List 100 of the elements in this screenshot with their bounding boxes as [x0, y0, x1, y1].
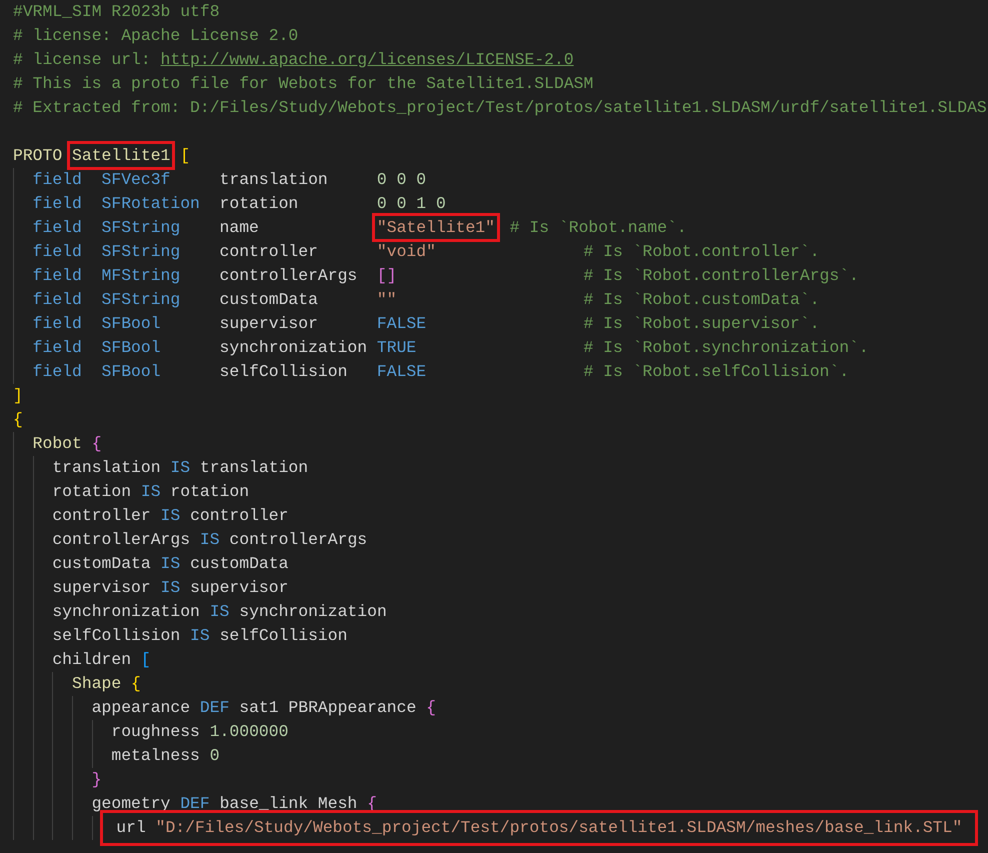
code-comment: # This is a proto file for Webots for the Satellite1.SLDASM	[13, 74, 594, 93]
code-token: IS	[170, 458, 190, 477]
code-token: field	[32, 194, 82, 213]
code-token: appearance	[92, 698, 190, 717]
code-token: {	[92, 434, 102, 453]
code-token: field	[32, 362, 82, 381]
code-token: }	[92, 770, 102, 789]
code-token: SFVec3f	[102, 170, 170, 189]
code-token: PROTO	[13, 146, 62, 165]
code-token: [	[140, 650, 151, 669]
code-token: metalness	[111, 746, 200, 765]
code-token: supervisor	[190, 578, 288, 597]
code-token: sat1	[239, 698, 279, 717]
code-token: base_link	[220, 794, 308, 813]
code-token: translation	[52, 458, 161, 477]
code-comment: # license url:	[13, 50, 151, 69]
code-token: rotation	[52, 482, 132, 501]
code-comment: # Is `Robot.customData`.	[583, 289, 820, 311]
code-token: TRUE	[376, 338, 416, 357]
code-link[interactable]: http://www.apache.org/licenses/LICENSE-2.0	[160, 50, 574, 69]
code-token: field	[32, 242, 82, 261]
code-token: selfCollision	[220, 626, 348, 645]
code-token: SFString	[102, 290, 180, 309]
code-token: field	[32, 338, 82, 357]
code-token: {	[426, 698, 436, 717]
code-token: IS	[210, 602, 230, 621]
code-token: IS	[160, 506, 180, 525]
code-token: MFString	[102, 266, 180, 285]
code-token: url	[116, 818, 146, 837]
code-token: controllerArgs	[220, 266, 358, 285]
code-token: name	[220, 218, 259, 237]
code-token: supervisor	[220, 314, 318, 333]
code-token: controller	[52, 506, 151, 525]
code-token: SFRotation	[102, 194, 200, 213]
code-token: controller	[220, 242, 318, 261]
code-comment: # Is `Robot.selfCollision`.	[583, 361, 850, 383]
code-token: translation	[220, 170, 328, 189]
code-token: geometry	[92, 794, 170, 813]
code-token: field	[32, 170, 82, 189]
code-comment: #VRML_SIM R2023b utf8	[13, 2, 220, 21]
code-token: "void"	[376, 242, 436, 261]
code-token: ]	[13, 386, 23, 405]
code-token: field	[32, 266, 82, 285]
code-token: selfCollision	[52, 626, 180, 645]
code-token: Shape	[72, 674, 122, 693]
code-token: rotation	[170, 482, 250, 501]
code-token: SFString	[102, 242, 180, 261]
code-comment: # Is `Robot.name`.	[510, 217, 687, 239]
code-token: {	[13, 410, 23, 429]
code-token: 0 0 1 0	[376, 194, 446, 213]
code-token: "Satellite1"	[376, 218, 495, 237]
code-token: controllerArgs	[52, 530, 190, 549]
code-token: synchronization	[52, 602, 200, 621]
code-token: IS	[160, 554, 180, 573]
code-token: synchronization	[220, 338, 368, 357]
code-comment: # Is `Robot.controller`.	[583, 241, 820, 263]
code-token: rotation	[220, 194, 298, 213]
code-comment: # Extracted from: D:/Files/Study/Webots_project/Test/protos/satellite1.SLDASM/urdf/satellite1.SLDAS	[13, 98, 987, 117]
code-token: ""	[376, 290, 397, 309]
code-token: IS	[160, 578, 180, 597]
code-token: Mesh	[318, 794, 358, 813]
code-token: 0 0 0	[376, 170, 426, 189]
code-token: {	[131, 674, 141, 693]
code-token: field	[32, 290, 82, 309]
code-token: Robot	[32, 434, 82, 453]
code-token: customData	[190, 554, 288, 573]
code-token: 0	[210, 746, 220, 765]
code-token: controllerArgs	[229, 530, 368, 549]
code-token: translation	[200, 458, 308, 477]
code-token: controller	[190, 506, 288, 525]
code-comment: # Is `Robot.synchronization`.	[583, 337, 869, 359]
code-token: FALSE	[376, 362, 426, 381]
code-token: Satellite1	[72, 146, 170, 165]
code-token: 1.000000	[210, 722, 288, 741]
code-token: DEF	[180, 794, 210, 813]
code-token: SFBool	[102, 362, 161, 381]
code-token: SFBool	[102, 338, 161, 357]
code-token: supervisor	[52, 578, 151, 597]
code-token: children	[52, 650, 132, 669]
code-token: field	[32, 218, 82, 237]
code-token: [	[180, 146, 190, 165]
code-token: DEF	[200, 698, 230, 717]
code-token: selfCollision	[220, 362, 348, 381]
code-comment: # Is `Robot.controllerArgs`.	[583, 265, 859, 287]
code-token: IS	[140, 482, 161, 501]
code-token: field	[32, 314, 82, 333]
code-token: SFString	[102, 218, 180, 237]
code-token: IS	[200, 530, 220, 549]
code-token: PBRAppearance	[288, 698, 416, 717]
code-comment: # Is `Robot.supervisor`.	[583, 313, 820, 335]
code-token: SFBool	[102, 314, 161, 333]
code-token: customData	[52, 554, 151, 573]
code-token: IS	[190, 626, 210, 645]
code-token: customData	[220, 290, 318, 309]
code-token: []	[376, 266, 397, 285]
code-token: roughness	[111, 722, 200, 741]
code-token: synchronization	[239, 602, 387, 621]
code-token: FALSE	[376, 314, 426, 333]
code-comment: # license: Apache License 2.0	[13, 26, 298, 45]
code-token: "D:/Files/Study/Webots_project/Test/protos/satellite1.SLDASM/meshes/base_link.STL"	[156, 818, 962, 837]
